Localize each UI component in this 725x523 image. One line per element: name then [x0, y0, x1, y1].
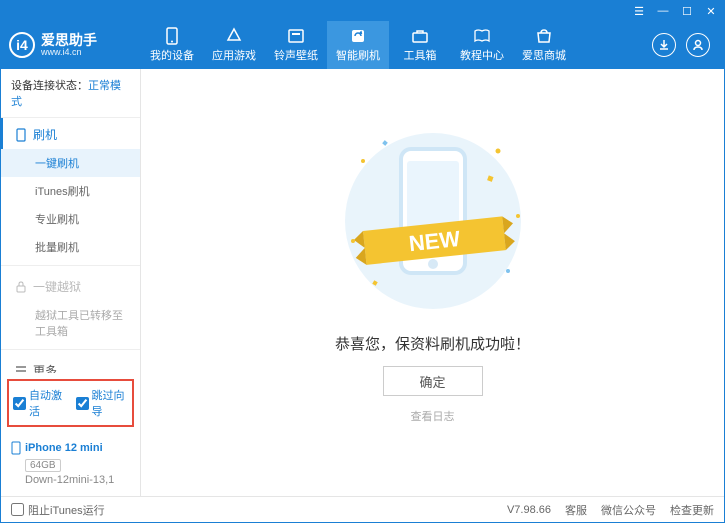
store-icon — [535, 27, 553, 45]
nav-flash[interactable]: 智能刷机 — [327, 21, 389, 69]
device-capacity: 64GB — [25, 459, 61, 472]
support-link[interactable]: 客服 — [565, 502, 587, 518]
connection-label: 设备连接状态： — [11, 80, 88, 92]
checkbox-label: 阻止iTunes运行 — [28, 502, 105, 518]
group-label: 刷机 — [33, 126, 57, 143]
sidebar-item-batch[interactable]: 批量刷机 — [1, 233, 140, 261]
minimize-icon[interactable]: — — [656, 4, 670, 18]
sidebar-item-oneclick[interactable]: 一键刷机 — [1, 149, 140, 177]
register-icon[interactable]: ☰ — [632, 4, 646, 18]
checkbox-block-itunes[interactable]: 阻止iTunes运行 — [11, 502, 105, 518]
apps-icon — [225, 27, 243, 45]
nav-ringtones[interactable]: 铃声壁纸 — [265, 21, 327, 69]
lock-icon — [15, 281, 27, 293]
device-name[interactable]: iPhone 12 mini — [11, 441, 130, 455]
nav-label: 铃声壁纸 — [274, 47, 318, 63]
book-icon — [473, 27, 491, 45]
nav-label: 智能刷机 — [336, 47, 380, 63]
nav-apps[interactable]: 应用游戏 — [203, 21, 265, 69]
nav-label: 爱思商城 — [522, 47, 566, 63]
nav-label: 应用游戏 — [212, 47, 256, 63]
main-content: NEW 恭喜您，保资料刷机成功啦！ 确定 查看日志 — [141, 69, 724, 496]
connection-status: 设备连接状态：正常模式 — [1, 69, 140, 118]
download-button[interactable] — [652, 33, 676, 57]
main-nav: 我的设备 应用游戏 铃声壁纸 智能刷机 工具箱 教程中心 — [141, 21, 652, 69]
nav-toolbox[interactable]: 工具箱 — [389, 21, 451, 69]
logo-icon: i4 — [9, 32, 35, 58]
nav-my-device[interactable]: 我的设备 — [141, 21, 203, 69]
app-header: i4 爱思助手 www.i4.cn 我的设备 应用游戏 铃声壁纸 智能刷机 — [1, 21, 724, 69]
wechat-link[interactable]: 微信公众号 — [601, 502, 656, 518]
sidebar-jail-note: 越狱工具已转移至工具箱 — [1, 301, 140, 345]
window-titlebar: ☰ — ☐ ✕ — [1, 1, 724, 21]
sidebar-group-more[interactable]: 更多 — [1, 354, 140, 373]
device-model: Down-12mini-13,1 — [25, 474, 130, 486]
menu-icon — [15, 365, 27, 374]
success-illustration: NEW — [323, 121, 543, 321]
checkbox-auto-activate[interactable]: 自动激活 — [13, 387, 66, 419]
close-icon[interactable]: ✕ — [704, 4, 718, 18]
checkbox-skip-guide-input[interactable] — [76, 397, 89, 410]
maximize-icon[interactable]: ☐ — [680, 4, 694, 18]
sidebar: 设备连接状态：正常模式 刷机 一键刷机 iTunes刷机 专业刷机 批量刷机 一… — [1, 69, 141, 496]
checkbox-auto-activate-input[interactable] — [13, 397, 26, 410]
nav-label: 我的设备 — [150, 47, 194, 63]
success-message: 恭喜您，保资料刷机成功啦！ — [335, 333, 530, 354]
nav-label: 工具箱 — [404, 47, 437, 63]
wallpaper-icon — [287, 27, 305, 45]
sidebar-group-flash[interactable]: 刷机 — [1, 118, 140, 149]
group-label: 更多 — [33, 362, 57, 373]
statusbar: 阻止iTunes运行 V7.98.66 客服 微信公众号 检查更新 — [1, 496, 724, 522]
app-title: 爱思助手 — [41, 33, 97, 47]
app-subtitle: www.i4.cn — [41, 47, 97, 57]
checkbox-block-itunes-input[interactable] — [11, 503, 24, 516]
ok-button[interactable]: 确定 — [383, 366, 483, 396]
sidebar-item-itunes[interactable]: iTunes刷机 — [1, 177, 140, 205]
nav-tutorials[interactable]: 教程中心 — [451, 21, 513, 69]
options-highlight: 自动激活 跳过向导 — [7, 379, 134, 427]
device-info: iPhone 12 mini 64GB Down-12mini-13,1 — [1, 435, 140, 496]
checkbox-label: 自动激活 — [29, 387, 66, 419]
group-label: 一键越狱 — [33, 278, 81, 295]
flash-icon — [349, 27, 367, 45]
user-button[interactable] — [686, 33, 710, 57]
nav-store[interactable]: 爱思商城 — [513, 21, 575, 69]
nav-label: 教程中心 — [460, 47, 504, 63]
checkbox-label: 跳过向导 — [92, 387, 129, 419]
view-log-link[interactable]: 查看日志 — [411, 408, 455, 424]
checkbox-skip-guide[interactable]: 跳过向导 — [76, 387, 129, 419]
logo: i4 爱思助手 www.i4.cn — [9, 32, 141, 58]
phone-tiny-icon — [11, 441, 21, 455]
toolbox-icon — [411, 27, 429, 45]
sidebar-group-jailbreak: 一键越狱 — [1, 270, 140, 301]
version-label: V7.98.66 — [507, 504, 551, 516]
phone-small-icon — [15, 128, 27, 142]
phone-icon — [163, 27, 181, 45]
check-update-link[interactable]: 检查更新 — [670, 502, 714, 518]
sidebar-item-pro[interactable]: 专业刷机 — [1, 205, 140, 233]
